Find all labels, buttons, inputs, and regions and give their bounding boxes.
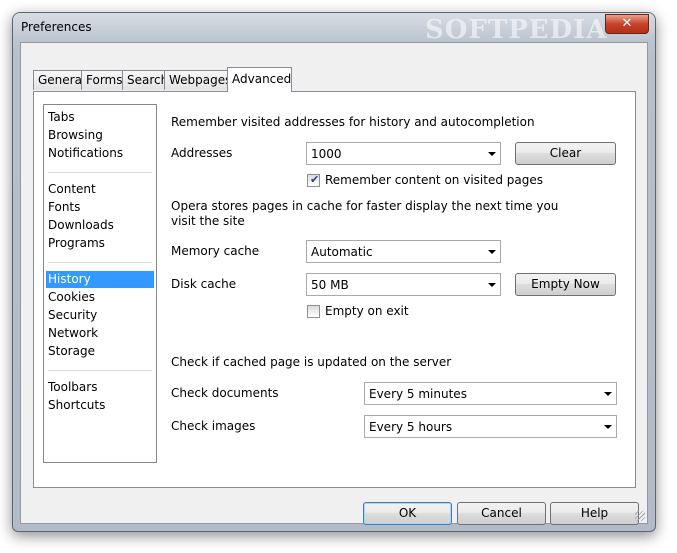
- memory-cache-label: Memory cache: [171, 244, 260, 258]
- memory-cache-value: Automatic: [311, 245, 373, 259]
- resize-grip-icon[interactable]: [635, 511, 645, 521]
- preferences-window: Preferences SOFTPEDIA ✕ General Forms Se…: [12, 12, 656, 532]
- check-images-label: Check images: [171, 419, 256, 433]
- sidebar-item-shortcuts[interactable]: Shortcuts: [46, 397, 154, 414]
- sidebar-item-programs[interactable]: Programs: [46, 235, 154, 252]
- sidebar-item-security[interactable]: Security: [46, 307, 154, 324]
- chevron-down-icon: [488, 152, 496, 156]
- sidebar-item-notifications[interactable]: Notifications: [46, 145, 154, 162]
- sidebar-item-content[interactable]: Content: [46, 181, 154, 198]
- remember-content-label: Remember content on visited pages: [325, 173, 543, 187]
- close-button[interactable]: ✕: [605, 14, 649, 34]
- chevron-down-icon: [488, 283, 496, 287]
- list-separator: [48, 172, 152, 173]
- sidebar-item-toolbars[interactable]: Toolbars: [46, 379, 154, 396]
- ok-button[interactable]: OK: [363, 502, 452, 525]
- disk-cache-label: Disk cache: [171, 277, 237, 291]
- watermark: SOFTPEDIA: [425, 15, 608, 45]
- sidebar-item-downloads[interactable]: Downloads: [46, 217, 154, 234]
- check-documents-select[interactable]: Every 5 minutes: [364, 382, 617, 405]
- sidebar-item-browsing[interactable]: Browsing: [46, 127, 154, 144]
- tab-search[interactable]: Search: [122, 70, 168, 90]
- sidebar-item-history[interactable]: History: [46, 271, 154, 288]
- tab-webpages[interactable]: Webpages: [164, 70, 231, 90]
- addresses-select[interactable]: 1000: [306, 142, 501, 165]
- window-title: Preferences: [21, 20, 92, 34]
- cancel-button[interactable]: Cancel: [457, 502, 546, 525]
- checkmark-icon: ✔: [310, 173, 320, 186]
- disk-cache-value: 50 MB: [311, 278, 349, 292]
- sidebar-item-network[interactable]: Network: [46, 325, 154, 342]
- sidebar-item-cookies[interactable]: Cookies: [46, 289, 154, 306]
- addresses-value: 1000: [311, 147, 342, 161]
- clear-button[interactable]: Clear: [515, 142, 616, 165]
- remember-addresses-heading: Remember visited addresses for history a…: [171, 115, 535, 129]
- empty-on-exit-label: Empty on exit: [325, 304, 409, 318]
- tab-general[interactable]: General: [33, 70, 85, 90]
- title-bar[interactable]: Preferences SOFTPEDIA ✕: [13, 13, 655, 45]
- cache-note: Opera stores pages in cache for faster d…: [171, 199, 559, 228]
- check-documents-value: Every 5 minutes: [369, 387, 467, 401]
- sidebar-item-tabs[interactable]: Tabs: [46, 109, 154, 126]
- close-icon: ✕: [621, 16, 633, 31]
- empty-now-button[interactable]: Empty Now: [515, 273, 616, 296]
- sidebar-item-storage[interactable]: Storage: [46, 343, 154, 360]
- tab-advanced[interactable]: Advanced: [227, 67, 292, 92]
- tab-forms[interactable]: Forms: [81, 70, 123, 90]
- check-images-select[interactable]: Every 5 hours: [364, 415, 617, 438]
- chevron-down-icon: [488, 250, 496, 254]
- chevron-down-icon: [604, 392, 612, 396]
- empty-on-exit-checkbox[interactable]: [307, 305, 320, 318]
- sidebar-item-fonts[interactable]: Fonts: [46, 199, 154, 216]
- help-button[interactable]: Help: [550, 502, 639, 525]
- chevron-down-icon: [604, 425, 612, 429]
- check-documents-label: Check documents: [171, 386, 279, 400]
- check-cache-heading: Check if cached page is updated on the s…: [171, 355, 452, 369]
- disk-cache-select[interactable]: 50 MB: [306, 273, 501, 296]
- advanced-panel: Tabs Browsing Notifications Content Font…: [33, 91, 636, 488]
- check-images-value: Every 5 hours: [369, 420, 453, 434]
- remember-content-checkbox[interactable]: ✔: [307, 173, 320, 187]
- list-separator: [48, 370, 152, 371]
- dialog-body: General Forms Search Webpages Advanced T…: [20, 42, 648, 525]
- category-list[interactable]: Tabs Browsing Notifications Content Font…: [43, 104, 157, 463]
- addresses-label: Addresses: [171, 146, 233, 160]
- memory-cache-select[interactable]: Automatic: [306, 240, 501, 263]
- list-separator: [48, 262, 152, 263]
